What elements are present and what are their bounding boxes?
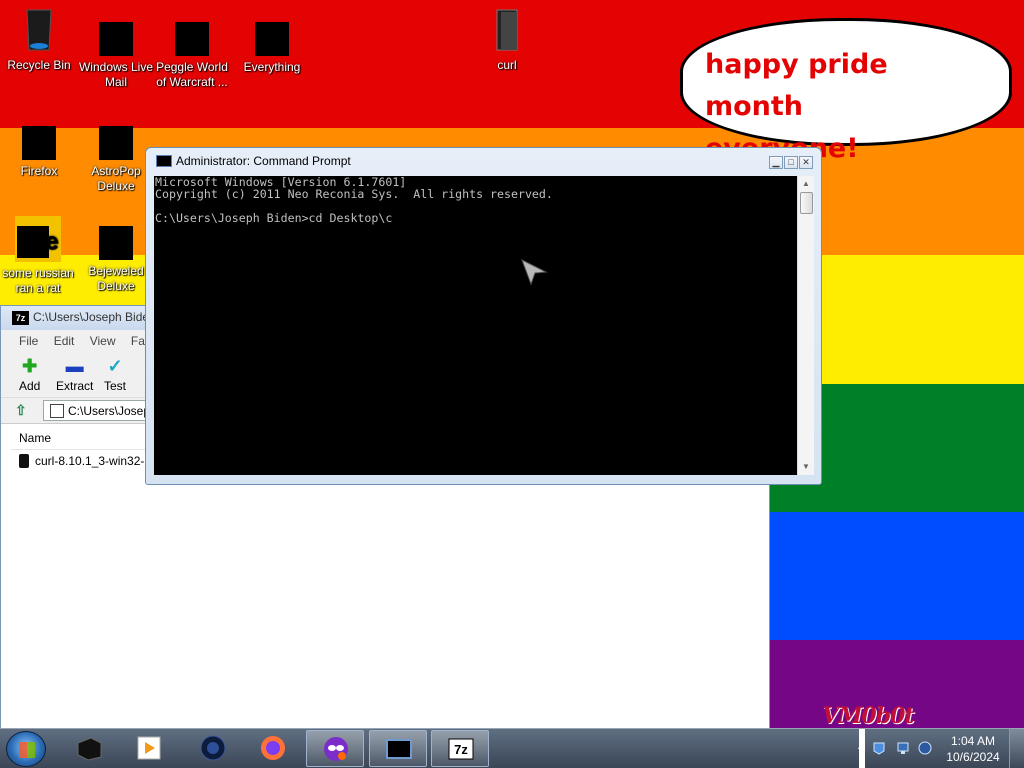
7zip-icon: 7z [448,738,474,760]
astropop-icon [99,126,133,160]
media-player-icon [137,736,161,760]
window-title: Administrator: Command Prompt [176,154,351,168]
console-output[interactable]: Microsoft Windows [Version 6.1.7601] Copy… [154,176,797,475]
desktop-icon-bejeweled[interactable]: Bejeweled Deluxe [78,216,154,294]
minus-icon: ▬ [65,356,84,376]
taskbar-clock[interactable]: 1:04 AM 10/6/2024 [942,733,1004,765]
black-box-icon [77,737,102,761]
everything-icon [255,22,289,56]
menu-edit[interactable]: Edit [54,334,75,348]
close-button[interactable]: ✕ [799,156,813,169]
file-icon [19,454,29,468]
mail-icon [99,22,133,56]
vm-watermark: VM0b0t [822,703,915,729]
window-controls: ▁ □ ✕ [768,154,813,170]
test-button[interactable]: ✓ Test [104,356,126,393]
taskbar-item-media-player[interactable] [120,730,178,767]
add-button[interactable]: ✚ Add [19,356,40,393]
document-icon: e [15,216,61,262]
command-prompt-icon [156,155,172,167]
command-prompt-window[interactable]: Administrator: Command Prompt ▁ □ ✕ Micros… [145,147,822,485]
taskbar-item-black-box[interactable] [60,730,118,767]
clock-date: 10/6/2024 [946,750,1000,764]
7zip-title: C:\Users\Joseph Bide [33,310,150,324]
desktop-icon-everything[interactable]: Everything [234,6,310,75]
peggle-icon [175,22,209,56]
bejeweled-icon [99,226,133,260]
scroll-down-icon[interactable]: ▼ [801,462,811,472]
maximize-button[interactable]: □ [784,156,798,169]
taskbar-item-globe[interactable] [184,730,242,767]
taskbar: 7z ▲ 1:04 AM 10/6/2024 [0,728,1024,768]
taskbar-item-mask-app[interactable] [306,730,364,767]
extract-button[interactable]: ▬ Extract [56,356,93,393]
desktop-icon-astropop[interactable]: AstroPop Deluxe [78,126,154,194]
desktop-icon-curl[interactable]: curl [469,6,545,73]
volume-icon[interactable] [918,741,932,755]
menu-view[interactable]: View [90,334,116,348]
scrollbar-thumb[interactable] [800,192,813,214]
command-prompt-icon [386,739,412,759]
taskbar-item-command-prompt[interactable] [369,730,427,767]
minimize-button[interactable]: ▁ [769,156,783,169]
folder-up-icon[interactable]: ⇧ [15,402,33,418]
mouse-cursor-icon [521,258,548,286]
folder-icon [496,9,518,51]
checkmark-icon: ✓ [107,356,123,376]
console-prompt-line[interactable]: C:\Users\Joseph Biden>cd Desktop\c [155,212,797,224]
firefox-icon [22,126,56,160]
globe-icon [200,735,226,761]
recycle-bin-icon [26,9,52,51]
command-prompt-titlebar[interactable]: Administrator: Command Prompt [156,154,351,172]
desktop-icon-recycle-bin[interactable]: Recycle Bin [1,6,77,73]
console-line: Copyright (c) 2011 Neo Reconia Sys. All … [155,187,553,202]
taskbar-item-7zip[interactable]: 7z [431,730,489,767]
mask-app-icon [324,737,348,761]
taskbar-item-firefox[interactable] [244,730,302,767]
action-center-icon[interactable] [872,741,886,755]
network-icon[interactable] [896,741,910,755]
tray-divider [859,729,865,768]
7zip-logo-icon: 7z [12,311,29,325]
svg-text:7z: 7z [454,742,468,757]
desktop-icon-peggle[interactable]: Peggle World of Warcraft ... [154,6,230,90]
scroll-up-icon[interactable]: ▲ [801,179,811,189]
menu-file[interactable]: File [19,334,38,348]
start-button[interactable] [6,731,46,767]
desktop-icon-some-russian-ran-a-rat[interactable]: e some russian ran a rat [0,216,76,296]
show-desktop-button[interactable] [1009,729,1024,768]
desktop-icon-windows-live-mail[interactable]: Windows Live Mail [78,6,154,90]
firefox-icon [261,736,285,760]
plus-icon: ✚ [22,356,38,376]
desktop-icon-firefox[interactable]: Firefox [1,126,77,179]
vertical-scrollbar[interactable]: ▲ ▼ [797,176,814,475]
clock-time: 1:04 AM [950,734,996,748]
